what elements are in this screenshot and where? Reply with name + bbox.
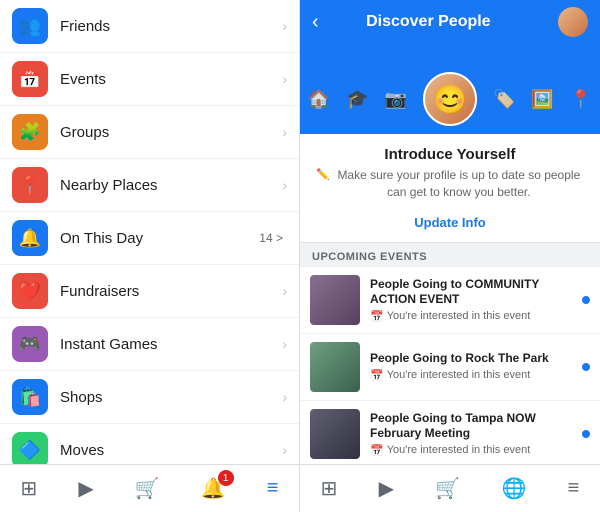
right-tab-marketplace[interactable]: 🛒 (435, 476, 460, 501)
event-info-0: People Going to COMMUNITY ACTION EVENT 📅… (370, 277, 576, 323)
left-bottom-bar: ⊞ ▶ 🛒 🔔1 ≡ (0, 464, 299, 512)
menu-chevron-shops: › (282, 389, 287, 405)
menu-chevron-moves: › (282, 442, 287, 458)
event-item-1[interactable]: People Going to Rock The Park 📅 You're i… (300, 334, 600, 401)
menu-item-shops[interactable]: 🛍️ Shops › (0, 371, 299, 424)
event-sub-0: 📅 You're interested in this event (370, 310, 576, 323)
menu-chevron-fundraisers: › (282, 283, 287, 299)
menu-chevron-nearby: › (282, 177, 287, 193)
right-tab-menu[interactable]: ≡ (568, 477, 580, 500)
left-tab-marketplace[interactable]: 🛒 (135, 476, 160, 501)
menu-label-shops: Shops (60, 389, 282, 406)
home-cover-icon[interactable]: 🏠 (308, 89, 330, 110)
menu-icon-events: 📅 (12, 61, 48, 97)
menu-item-friends[interactable]: 👥 Friends › (0, 0, 299, 53)
left-panel: 👥 Friends › 📅 Events › 🧩 Groups › 📍 Near… (0, 0, 300, 512)
event-thumb-2 (310, 409, 360, 459)
right-title: Discover People (329, 13, 528, 31)
event-title-2: People Going to Tampa NOW February Meeti… (370, 411, 576, 442)
tag-cover-icon[interactable]: 🏷️ (493, 89, 515, 110)
event-sub-1: 📅 You're interested in this event (370, 369, 576, 382)
menu-icon-games: 🎮 (12, 326, 48, 362)
introduce-description: Make sure your profile is up to date so … (334, 167, 584, 201)
menu-label-events: Events (60, 71, 282, 88)
menu-label-groups: Groups (60, 124, 282, 141)
menu-label-nearby: Nearby Places (60, 177, 282, 194)
menu-label-thisday: On This Day (60, 230, 259, 247)
photo-cover-icon[interactable]: 📷 (385, 89, 407, 110)
right-tab-play[interactable]: ▶ (379, 476, 394, 501)
cover-icons: 🏠 🎓 📷 😊 🏷️ 🖼️ 📍 (308, 72, 593, 126)
right-tab-home[interactable]: ⊞ (321, 476, 338, 501)
right-panel: ‹ Discover People 🏠 🎓 📷 😊 🏷️ 🖼️ 📍 Introd… (300, 0, 600, 512)
introduce-title: Introduce Yourself (316, 146, 584, 163)
calendar-icon-2: 📅 (370, 444, 384, 457)
event-sub-2: 📅 You're interested in this event (370, 444, 576, 457)
right-tab-globe[interactable]: 🌐 (501, 476, 526, 501)
right-header: ‹ Discover People (300, 0, 600, 44)
menu-item-games[interactable]: 🎮 Instant Games › (0, 318, 299, 371)
menu-item-nearby[interactable]: 📍 Nearby Places › (0, 159, 299, 212)
event-info-1: People Going to Rock The Park 📅 You're i… (370, 351, 576, 382)
event-title-1: People Going to Rock The Park (370, 351, 576, 367)
introduce-card: Introduce Yourself ✏️ Make sure your pro… (300, 134, 600, 243)
left-tab-notifications[interactable]: 🔔1 (201, 476, 226, 501)
menu-chevron-groups: › (282, 124, 287, 140)
event-dot-2 (582, 430, 590, 438)
menu-chevron-friends: › (282, 18, 287, 34)
menu-label-friends: Friends (60, 18, 282, 35)
events-section: UPCOMING EVENTS People Going to COMMUNIT… (300, 243, 600, 464)
menu-item-thisday[interactable]: 🔔 On This Day 14 > (0, 212, 299, 265)
pencil-icon: ✏️ (316, 168, 330, 181)
edit-hint: ✏️ Make sure your profile is up to date … (316, 167, 584, 209)
menu-icon-thisday: 🔔 (12, 220, 48, 256)
menu-icon-moves: 🔷 (12, 432, 48, 464)
menu-label-fundraisers: Fundraisers (60, 283, 282, 300)
menu-label-games: Instant Games (60, 336, 282, 353)
calendar-icon-0: 📅 (370, 310, 384, 323)
events-header: UPCOMING EVENTS (300, 243, 600, 267)
event-thumb-0 (310, 275, 360, 325)
menu-chevron-games: › (282, 336, 287, 352)
right-bottom-bar: ⊞ ▶ 🛒 🌐 ≡ (300, 464, 600, 512)
menu-item-groups[interactable]: 🧩 Groups › (0, 106, 299, 159)
user-avatar[interactable] (558, 7, 588, 37)
menu-icon-fundraisers: ❤️ (12, 273, 48, 309)
profile-cover-area: 🏠 🎓 📷 😊 🏷️ 🖼️ 📍 (300, 44, 600, 134)
location-cover-icon[interactable]: 📍 (570, 89, 592, 110)
profile-photo[interactable]: 😊 (423, 72, 477, 126)
menu-item-moves[interactable]: 🔷 Moves › (0, 424, 299, 464)
calendar-icon-1: 📅 (370, 369, 384, 382)
menu-item-fundraisers[interactable]: ❤️ Fundraisers › (0, 265, 299, 318)
event-thumb-1 (310, 342, 360, 392)
left-tab-home[interactable]: ⊞ (21, 476, 38, 501)
notification-badge: 1 (218, 470, 234, 486)
back-button[interactable]: ‹ (312, 11, 319, 34)
menu-label-moves: Moves (60, 442, 282, 459)
menu-badge-thisday: 14 > (259, 231, 283, 245)
left-tab-play[interactable]: ▶ (78, 476, 93, 501)
menu-item-events[interactable]: 📅 Events › (0, 53, 299, 106)
education-cover-icon[interactable]: 🎓 (346, 89, 368, 110)
event-item-2[interactable]: People Going to Tampa NOW February Meeti… (300, 401, 600, 464)
menu-icon-groups: 🧩 (12, 114, 48, 150)
event-dot-1 (582, 363, 590, 371)
menu-icon-shops: 🛍️ (12, 379, 48, 415)
image-cover-icon[interactable]: 🖼️ (531, 89, 553, 110)
event-title-0: People Going to COMMUNITY ACTION EVENT (370, 277, 576, 308)
update-info-button[interactable]: Update Info (316, 215, 584, 230)
menu-list: 👥 Friends › 📅 Events › 🧩 Groups › 📍 Near… (0, 0, 299, 464)
event-dot-0 (582, 296, 590, 304)
left-tab-menu[interactable]: ≡ (267, 477, 279, 500)
events-list: People Going to COMMUNITY ACTION EVENT 📅… (300, 267, 600, 464)
event-info-2: People Going to Tampa NOW February Meeti… (370, 411, 576, 457)
menu-icon-nearby: 📍 (12, 167, 48, 203)
event-item-0[interactable]: People Going to COMMUNITY ACTION EVENT 📅… (300, 267, 600, 334)
menu-icon-friends: 👥 (12, 8, 48, 44)
menu-chevron-events: › (282, 71, 287, 87)
